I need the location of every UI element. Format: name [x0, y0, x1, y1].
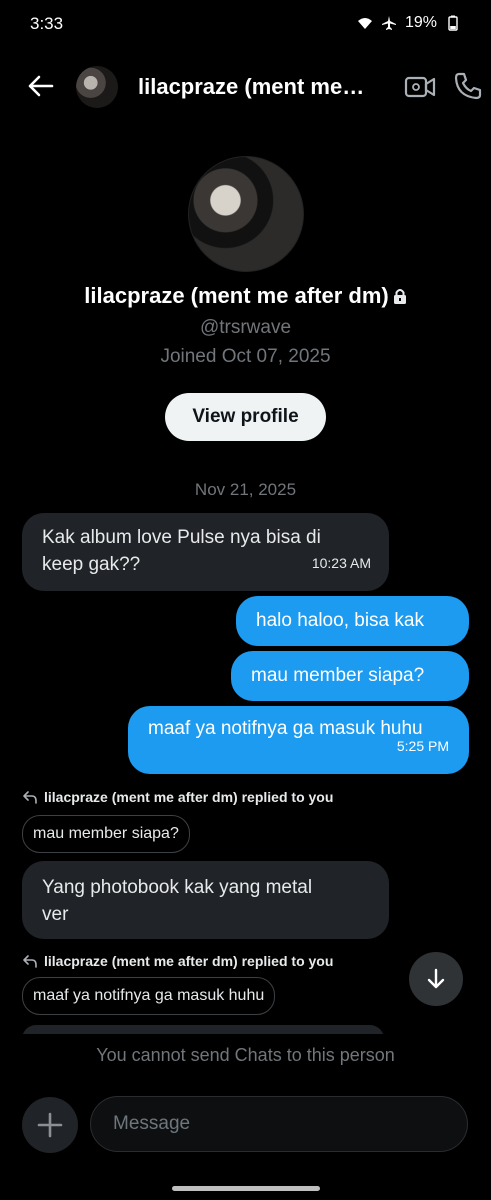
- reply-label-text: lilacpraze (ment me after dm) replied to…: [44, 953, 334, 969]
- message-input[interactable]: [90, 1096, 468, 1152]
- view-profile-button[interactable]: View profile: [165, 393, 326, 441]
- add-media-button[interactable]: [22, 1097, 78, 1153]
- quoted-message[interactable]: mau member siapa?: [22, 815, 190, 853]
- battery-percent: 19%: [404, 14, 437, 31]
- reply-arrow-icon: [23, 791, 37, 804]
- header-title[interactable]: lilacpraze (ment me…: [138, 74, 368, 100]
- profile-name-text: lilacpraze (ment me after dm): [84, 283, 389, 308]
- profile-name: lilacpraze (ment me after dm): [0, 283, 491, 309]
- status-time: 3:33: [30, 14, 64, 33]
- scroll-to-bottom-button[interactable]: [409, 952, 463, 1006]
- incoming-message[interactable]: Yang photobook kak yang metal ver: [22, 861, 389, 939]
- message-text-line: Yang photobook kak yang metal: [42, 877, 313, 898]
- arrow-down-icon: [427, 968, 445, 989]
- message-text-line: Kak album love Pulse nya bisa di: [42, 527, 321, 548]
- profile-avatar: [188, 156, 304, 272]
- lock-icon: [393, 289, 406, 304]
- cannot-send-notice: You cannot send Chats to this person: [96, 1045, 395, 1065]
- header-avatar[interactable]: [76, 66, 118, 108]
- outgoing-message[interactable]: halo haloo, bisa kak: [236, 596, 469, 646]
- wifi-icon: [357, 18, 372, 29]
- profile-handle: @trsrwave: [199, 317, 292, 338]
- home-indicator[interactable]: [172, 1186, 320, 1191]
- message-timestamp: 5:25 PM: [396, 738, 449, 754]
- plus-icon: [37, 1112, 63, 1138]
- message-text: halo haloo, bisa kak: [256, 610, 424, 631]
- reply-label-text: lilacpraze (ment me after dm) replied to…: [44, 789, 334, 805]
- date-separator: Nov 21, 2025: [194, 480, 297, 499]
- outgoing-message[interactable]: mau member siapa?: [231, 651, 469, 701]
- profile-joined-date: Joined Oct 07, 2025: [160, 346, 331, 367]
- message-timestamp: 10:23 AM: [311, 555, 371, 571]
- outgoing-message[interactable]: maaf ya notifnya ga masuk huhu 5:25 PM: [128, 706, 469, 774]
- reply-label: lilacpraze (ment me after dm) replied to…: [22, 789, 333, 805]
- reply-arrow-icon: [23, 955, 37, 968]
- incoming-message[interactable]: Kak album love Pulse nya bisa di keep ga…: [22, 513, 389, 591]
- battery-icon: [448, 15, 458, 31]
- back-arrow-icon[interactable]: [24, 70, 56, 102]
- video-call-icon[interactable]: [404, 72, 436, 102]
- reply-label: lilacpraze (ment me after dm) replied to…: [22, 953, 333, 969]
- message-text: mau member siapa?: [251, 665, 425, 686]
- message-text-line: ver: [42, 904, 69, 925]
- quoted-message[interactable]: maaf ya notifnya ga masuk huhu: [22, 977, 276, 1015]
- status-icons: 19%: [357, 14, 461, 32]
- airplane-icon: [381, 16, 396, 30]
- phone-call-icon[interactable]: [452, 70, 484, 102]
